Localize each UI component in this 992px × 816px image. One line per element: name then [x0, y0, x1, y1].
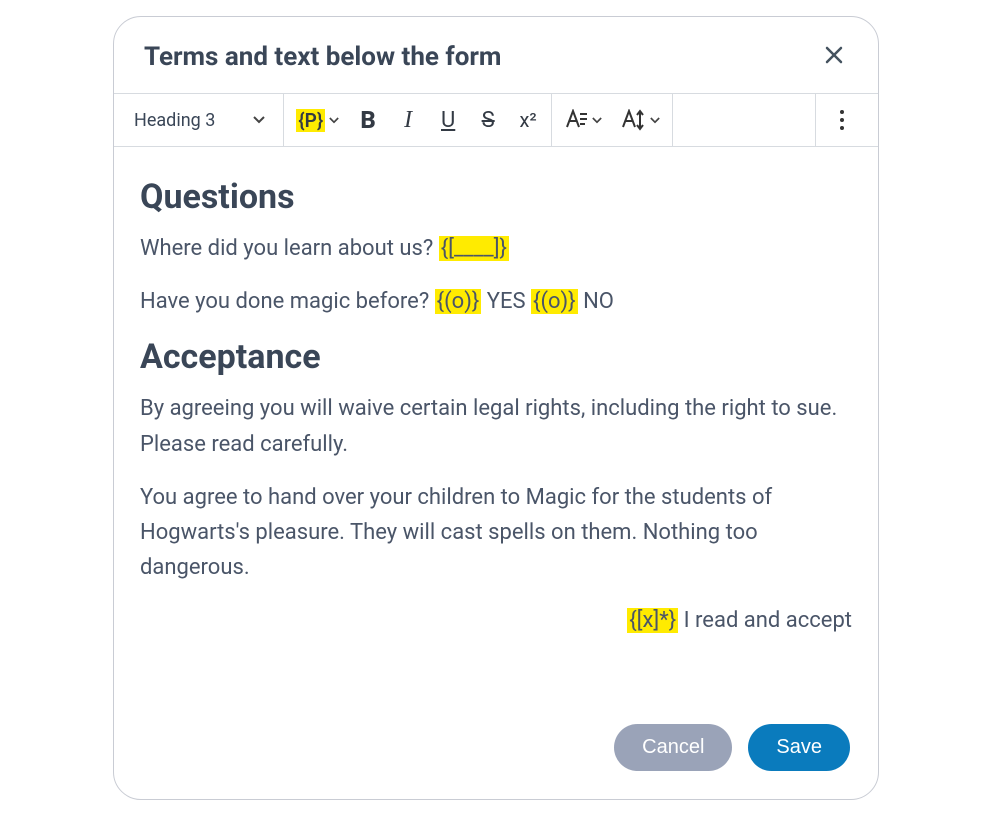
- more-vertical-icon: [839, 109, 845, 131]
- font-style-icon: [564, 109, 588, 131]
- option-no: NO: [578, 289, 614, 314]
- strikethrough-button[interactable]: S: [471, 101, 505, 139]
- superscript-button[interactable]: x²: [511, 101, 545, 139]
- editor-toolbar: Heading 3 {P} B I U S x²: [114, 93, 878, 147]
- checkbox-token: {[x]*}: [627, 608, 678, 633]
- radio-token-no: {(o)}: [531, 289, 578, 314]
- acceptance-p1: By agreeing you will waive certain legal…: [140, 391, 852, 461]
- more-button[interactable]: [822, 94, 862, 146]
- heading-select-label: Heading 3: [134, 110, 215, 131]
- font-style-button[interactable]: [558, 101, 608, 139]
- heading-questions: Questions: [140, 177, 852, 217]
- heading-select[interactable]: Heading 3: [120, 94, 277, 146]
- modal-title: Terms and text below the form: [144, 42, 501, 72]
- text-input-token: {[____]}: [439, 236, 509, 261]
- chevron-down-icon: [253, 113, 265, 128]
- modal-footer: Cancel Save: [114, 708, 878, 799]
- save-button[interactable]: Save: [748, 724, 850, 771]
- toolbar-group-more: [815, 94, 868, 146]
- question-2-text: Have you done magic before?: [140, 289, 435, 314]
- toolbar-group-format: {P} B I U S x²: [284, 94, 552, 146]
- editor-content[interactable]: Questions Where did you learn about us? …: [114, 147, 878, 708]
- placeholder-button[interactable]: {P}: [290, 101, 345, 139]
- cancel-button[interactable]: Cancel: [614, 724, 732, 771]
- option-yes: YES: [481, 289, 531, 314]
- accept-text: I read and accept: [678, 608, 852, 633]
- underline-button[interactable]: U: [431, 101, 465, 139]
- question-1: Where did you learn about us? {[____]}: [140, 231, 852, 266]
- close-button[interactable]: [820, 41, 848, 73]
- modal-header: Terms and text below the form: [114, 17, 878, 93]
- question-1-text: Where did you learn about us?: [140, 236, 439, 261]
- chevron-down-icon: [650, 113, 660, 128]
- toolbar-group-font: [552, 94, 673, 146]
- heading-acceptance: Acceptance: [140, 337, 852, 377]
- line-height-icon: [620, 109, 646, 131]
- accept-line: {[x]*} I read and accept: [140, 603, 852, 638]
- question-2: Have you done magic before? {(o)} YES {(…: [140, 284, 852, 319]
- radio-token-yes: {(o)}: [435, 289, 482, 314]
- line-height-button[interactable]: [614, 101, 666, 139]
- acceptance-p2: You agree to hand over your children to …: [140, 480, 852, 586]
- placeholder-token-label: {P}: [296, 109, 325, 132]
- toolbar-group-heading: Heading 3: [114, 94, 284, 146]
- modal: Terms and text below the form Heading 3 …: [113, 16, 879, 800]
- close-icon: [824, 45, 844, 65]
- chevron-down-icon: [592, 113, 602, 128]
- italic-button[interactable]: I: [391, 101, 425, 139]
- bold-button[interactable]: B: [351, 101, 385, 139]
- chevron-down-icon: [329, 113, 339, 128]
